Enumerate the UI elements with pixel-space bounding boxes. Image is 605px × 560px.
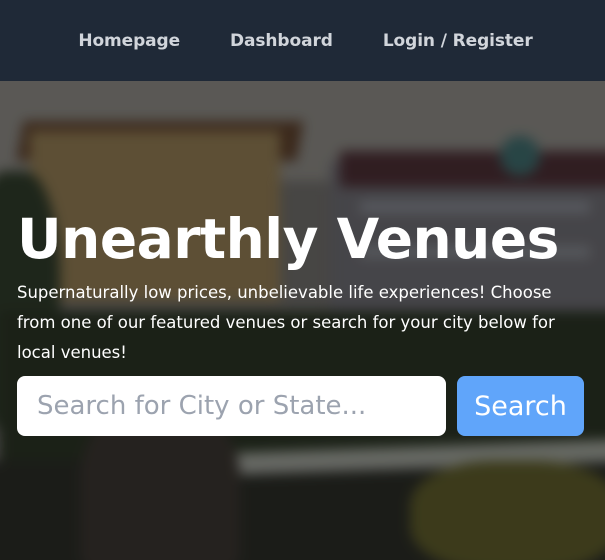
nav-link-dashboard[interactable]: Dashboard (230, 31, 333, 51)
search-bar: Search (17, 376, 584, 436)
hero-subtitle: Supernaturally low prices, unbelievable … (17, 283, 555, 362)
hero-content: Unearthly Venues Supernaturally low pric… (17, 207, 592, 368)
hero-section: Unearthly Venues Supernaturally low pric… (0, 81, 605, 560)
nav-link-homepage[interactable]: Homepage (78, 31, 180, 51)
hero-title: Unearthly Venues (17, 207, 559, 271)
top-navbar: Homepage Dashboard Login / Register (0, 0, 605, 81)
search-button[interactable]: Search (457, 376, 584, 436)
nav-link-login-register[interactable]: Login / Register (383, 31, 533, 51)
search-input[interactable] (17, 376, 446, 436)
